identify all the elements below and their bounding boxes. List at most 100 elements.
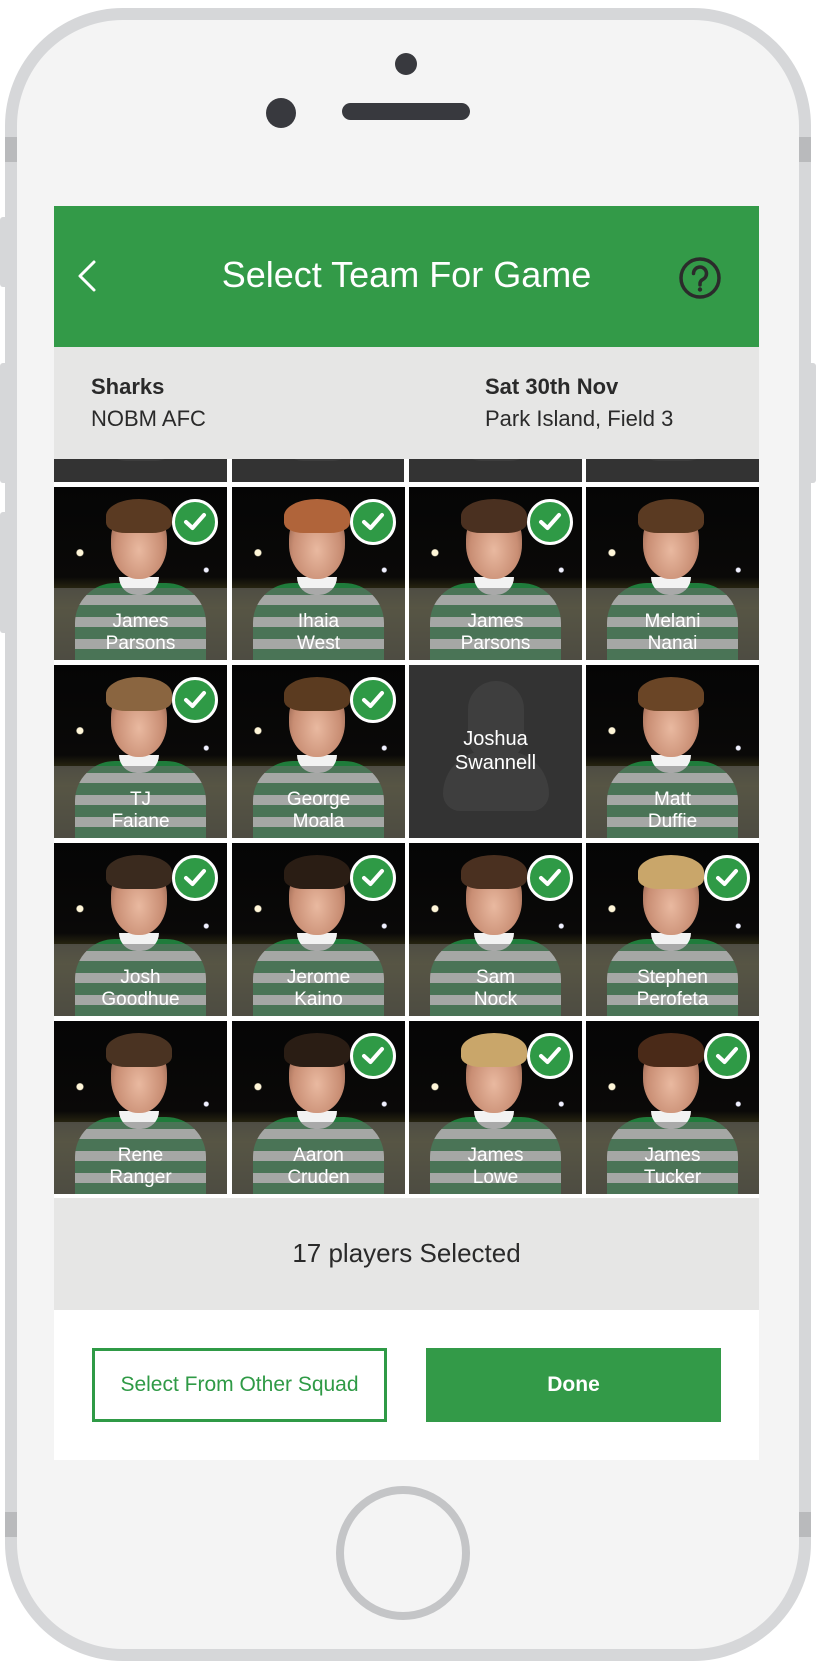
- checkmark-icon: [184, 691, 206, 708]
- checkmark-icon: [716, 869, 738, 886]
- player-tile-partial[interactable]: [232, 459, 404, 482]
- player-hair: [283, 1033, 350, 1067]
- match-info-bar: Sharks NOBM AFC Sat 30th Nov Park Island…: [54, 347, 759, 460]
- player-name: Sam Nock: [409, 967, 582, 1011]
- player-last-name: West: [297, 633, 340, 654]
- player-name: TJ Faiane: [54, 789, 227, 833]
- checkmark-icon: [362, 513, 384, 530]
- game-date: Sat 30th Nov: [485, 374, 619, 399]
- player-last-name: Faiane: [111, 811, 170, 832]
- player-name: James Parsons: [409, 611, 582, 655]
- player-tile[interactable]: Aaron Cruden: [232, 1021, 405, 1194]
- help-button[interactable]: [678, 256, 722, 300]
- checkmark-icon: [362, 691, 384, 708]
- player-name: James Tucker: [586, 1145, 759, 1189]
- player-first-name: George: [286, 789, 351, 810]
- player-last-name: Parsons: [460, 633, 531, 654]
- player-tile[interactable]: George Moala: [232, 665, 405, 838]
- checkmark-icon: [362, 869, 384, 886]
- player-tile[interactable]: Stephen Perofeta: [586, 843, 759, 1016]
- player-tile-partial[interactable]: [409, 459, 582, 482]
- player-last-name: Goodhue: [101, 989, 180, 1010]
- player-hair: [637, 1033, 704, 1067]
- player-last-name: Moala: [292, 811, 345, 832]
- player-first-name: Jerome: [286, 967, 351, 988]
- selected-check-badge[interactable]: [172, 677, 218, 723]
- player-tile-partial[interactable]: [54, 459, 227, 482]
- team-info: Sharks NOBM AFC: [91, 372, 206, 436]
- player-hair: [105, 677, 172, 711]
- player-hair: [283, 855, 350, 889]
- player-last-name: Parsons: [105, 633, 176, 654]
- team-name: Sharks: [91, 374, 165, 399]
- player-grid: James Parsons Ihaia West James Parsons Melani N…: [54, 459, 759, 1194]
- home-button[interactable]: [336, 1486, 470, 1620]
- player-last-name: Tucker: [643, 1167, 702, 1188]
- done-button[interactable]: Done: [426, 1348, 721, 1422]
- page-title: Select Team For Game: [221, 254, 592, 295]
- player-tile[interactable]: Josh Goodhue: [54, 843, 227, 1016]
- player-tile[interactable]: Melani Nanai: [586, 487, 759, 660]
- player-first-name: Matt: [654, 789, 691, 810]
- selected-check-badge[interactable]: [172, 499, 218, 545]
- selected-check-badge[interactable]: [704, 855, 750, 901]
- selected-check-badge[interactable]: [350, 855, 396, 901]
- player-tile[interactable]: James Parsons: [409, 487, 582, 660]
- player-last-name: Perofeta: [636, 989, 709, 1010]
- player-last-name: Duffie: [647, 811, 698, 832]
- player-hair: [460, 1033, 527, 1067]
- player-name: Jerome Kaino: [232, 967, 405, 1011]
- player-tile[interactable]: Joshua Swannell: [409, 665, 582, 838]
- volume-up-button: [0, 363, 8, 483]
- front-camera: [266, 98, 296, 128]
- player-tile[interactable]: TJ Faiane: [54, 665, 227, 838]
- player-name: Matt Duffie: [586, 789, 759, 833]
- player-name: Joshua Swannell: [409, 727, 582, 775]
- player-tile[interactable]: Matt Duffie: [586, 665, 759, 838]
- player-last-name: Ranger: [109, 1167, 172, 1188]
- selected-check-badge[interactable]: [527, 855, 573, 901]
- selected-check-badge[interactable]: [704, 1033, 750, 1079]
- player-tile[interactable]: James Tucker: [586, 1021, 759, 1194]
- player-last-name: Cruden: [287, 1167, 350, 1188]
- game-venue: Park Island, Field 3: [485, 406, 674, 431]
- player-name: Stephen Perofeta: [586, 967, 759, 1011]
- player-first-name: Ihaia: [297, 611, 340, 632]
- player-last-name: Kaino: [294, 989, 343, 1010]
- player-first-name: Aaron: [293, 1145, 344, 1166]
- power-button: [808, 363, 816, 483]
- player-hair: [105, 499, 172, 533]
- antenna-band: [799, 137, 811, 162]
- selected-check-badge[interactable]: [527, 1033, 573, 1079]
- player-last-name: Lowe: [472, 1167, 519, 1188]
- selected-check-badge[interactable]: [172, 855, 218, 901]
- antenna-band: [5, 137, 17, 162]
- player-first-name: Melani: [644, 611, 701, 632]
- selected-check-badge[interactable]: [350, 677, 396, 723]
- player-hair: [105, 855, 172, 889]
- checkmark-icon: [539, 1047, 561, 1064]
- player-tile[interactable]: Ihaia West: [232, 487, 405, 660]
- player-tile[interactable]: Rene Ranger: [54, 1021, 227, 1194]
- selected-check-badge[interactable]: [350, 1033, 396, 1079]
- checkmark-icon: [716, 1047, 738, 1064]
- player-hair: [637, 499, 704, 533]
- question-circle-icon: [679, 257, 721, 299]
- game-info: Sat 30th Nov Park Island, Field 3: [485, 372, 673, 436]
- selected-check-badge[interactable]: [350, 499, 396, 545]
- player-first-name: Josh: [120, 967, 161, 988]
- antenna-band: [5, 1512, 17, 1537]
- player-tile[interactable]: James Parsons: [54, 487, 227, 660]
- player-tile[interactable]: Sam Nock: [409, 843, 582, 1016]
- player-first-name: Sam: [475, 967, 516, 988]
- antenna-band: [799, 1512, 811, 1537]
- player-tile[interactable]: Jerome Kaino: [232, 843, 405, 1016]
- player-name: George Moala: [232, 789, 405, 833]
- player-first-name: Joshua: [463, 728, 528, 750]
- player-tile-partial[interactable]: [586, 459, 759, 482]
- player-tile[interactable]: James Lowe: [409, 1021, 582, 1194]
- selected-check-badge[interactable]: [527, 499, 573, 545]
- player-name: James Parsons: [54, 611, 227, 655]
- player-first-name: Rene: [117, 1145, 164, 1166]
- select-other-squad-button[interactable]: Select From Other Squad: [92, 1348, 387, 1422]
